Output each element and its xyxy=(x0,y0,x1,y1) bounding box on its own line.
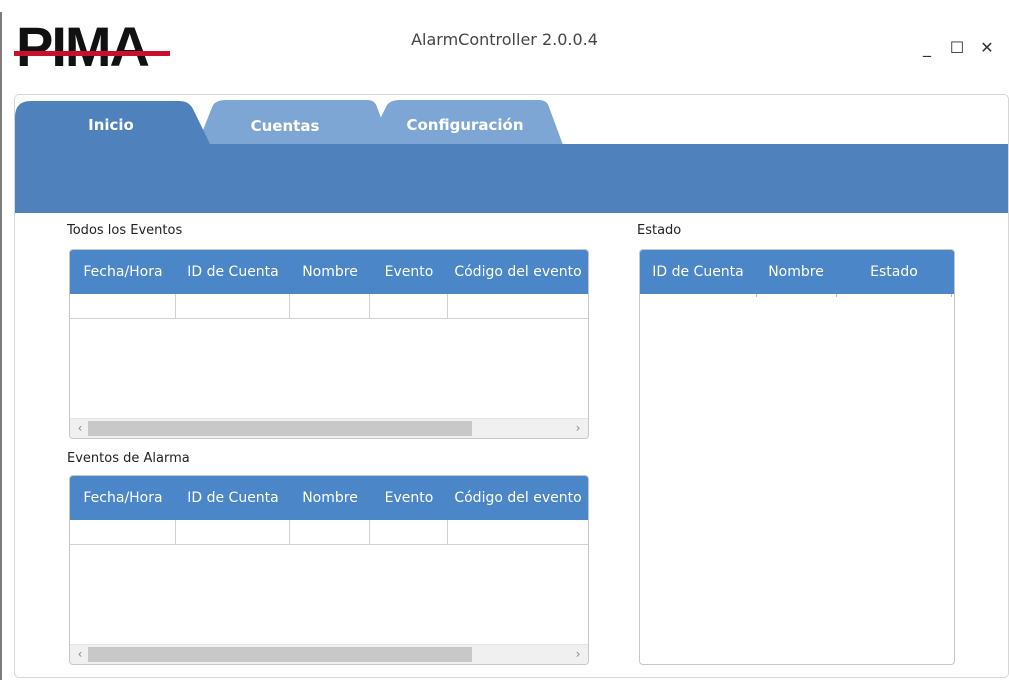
scroll-thumb[interactable] xyxy=(88,421,472,436)
col-codigo-evento[interactable]: Código del evento xyxy=(448,490,588,506)
table-cell xyxy=(370,294,448,318)
window-left-edge xyxy=(0,12,2,680)
table-cell xyxy=(448,520,588,544)
tab-cuentas[interactable]: Cuentas xyxy=(235,117,335,135)
col-fecha-hora[interactable]: Fecha/Hora xyxy=(70,264,176,280)
alarms-table-header: Fecha/Hora ID de Cuenta Nombre Evento Có… xyxy=(70,476,588,520)
status-table[interactable]: ID de Cuenta Nombre Estado xyxy=(639,249,955,665)
scroll-left-icon[interactable]: ‹ xyxy=(72,420,88,437)
table-cell xyxy=(290,294,370,318)
col-evento[interactable]: Evento xyxy=(370,264,448,280)
window-controls: _ ☐ ✕ xyxy=(915,36,999,60)
alarms-section-title: Eventos de Alarma xyxy=(67,451,190,466)
alarms-hscrollbar[interactable]: ‹ › xyxy=(70,644,588,664)
col-nombre[interactable]: Nombre xyxy=(290,490,370,506)
status-table-header: ID de Cuenta Nombre Estado xyxy=(640,250,954,294)
events-section-title: Todos los Eventos xyxy=(67,223,183,238)
col-codigo-evento[interactable]: Código del evento xyxy=(448,264,588,280)
events-hscrollbar[interactable]: ‹ › xyxy=(70,418,588,438)
col-nombre[interactable]: Nombre xyxy=(756,264,836,280)
minimize-button[interactable]: _ xyxy=(915,36,939,60)
tab-strip xyxy=(15,100,1008,213)
table-cell xyxy=(290,520,370,544)
alarms-table[interactable]: Fecha/Hora ID de Cuenta Nombre Evento Có… xyxy=(69,475,589,665)
close-icon: ✕ xyxy=(980,38,994,57)
table-cell xyxy=(448,294,588,318)
tab-configuracion[interactable]: Configuración xyxy=(395,116,535,134)
column-divider xyxy=(836,294,837,297)
events-table-header: Fecha/Hora ID de Cuenta Nombre Evento Có… xyxy=(70,250,588,294)
maximize-button[interactable]: ☐ xyxy=(945,36,969,60)
events-table[interactable]: Fecha/Hora ID de Cuenta Nombre Evento Có… xyxy=(69,249,589,439)
table-cell xyxy=(176,294,290,318)
col-fecha-hora[interactable]: Fecha/Hora xyxy=(70,490,176,506)
logo-red-stripe xyxy=(14,51,170,56)
col-evento[interactable]: Evento xyxy=(370,490,448,506)
col-estado[interactable]: Estado xyxy=(836,264,952,280)
col-nombre[interactable]: Nombre xyxy=(290,264,370,280)
table-row[interactable] xyxy=(70,294,588,319)
col-id-cuenta[interactable]: ID de Cuenta xyxy=(176,490,290,506)
close-button[interactable]: ✕ xyxy=(975,36,999,60)
maximize-icon: ☐ xyxy=(949,38,965,57)
table-cell xyxy=(70,520,176,544)
title-bar: PIMA AlarmController 2.0.0.4 _ ☐ ✕ xyxy=(0,0,1009,92)
status-section-title: Estado xyxy=(637,223,682,238)
column-divider xyxy=(951,294,952,297)
scroll-right-icon[interactable]: › xyxy=(570,646,586,663)
main-frame: Inicio Cuentas Configuración Todos los E… xyxy=(14,94,1009,678)
scroll-right-icon[interactable]: › xyxy=(570,420,586,437)
scroll-thumb[interactable] xyxy=(88,647,472,662)
col-id-cuenta[interactable]: ID de Cuenta xyxy=(176,264,290,280)
minimize-icon: _ xyxy=(923,38,931,57)
col-id-cuenta[interactable]: ID de Cuenta xyxy=(640,264,756,280)
scroll-left-icon[interactable]: ‹ xyxy=(72,646,88,663)
tab-inicio[interactable]: Inicio xyxy=(75,116,147,134)
window-title: AlarmController 2.0.0.4 xyxy=(411,30,598,49)
table-cell xyxy=(70,294,176,318)
table-row[interactable] xyxy=(70,520,588,545)
table-cell xyxy=(370,520,448,544)
table-cell xyxy=(176,520,290,544)
ribbon-band xyxy=(15,144,1008,213)
column-divider xyxy=(756,294,757,297)
